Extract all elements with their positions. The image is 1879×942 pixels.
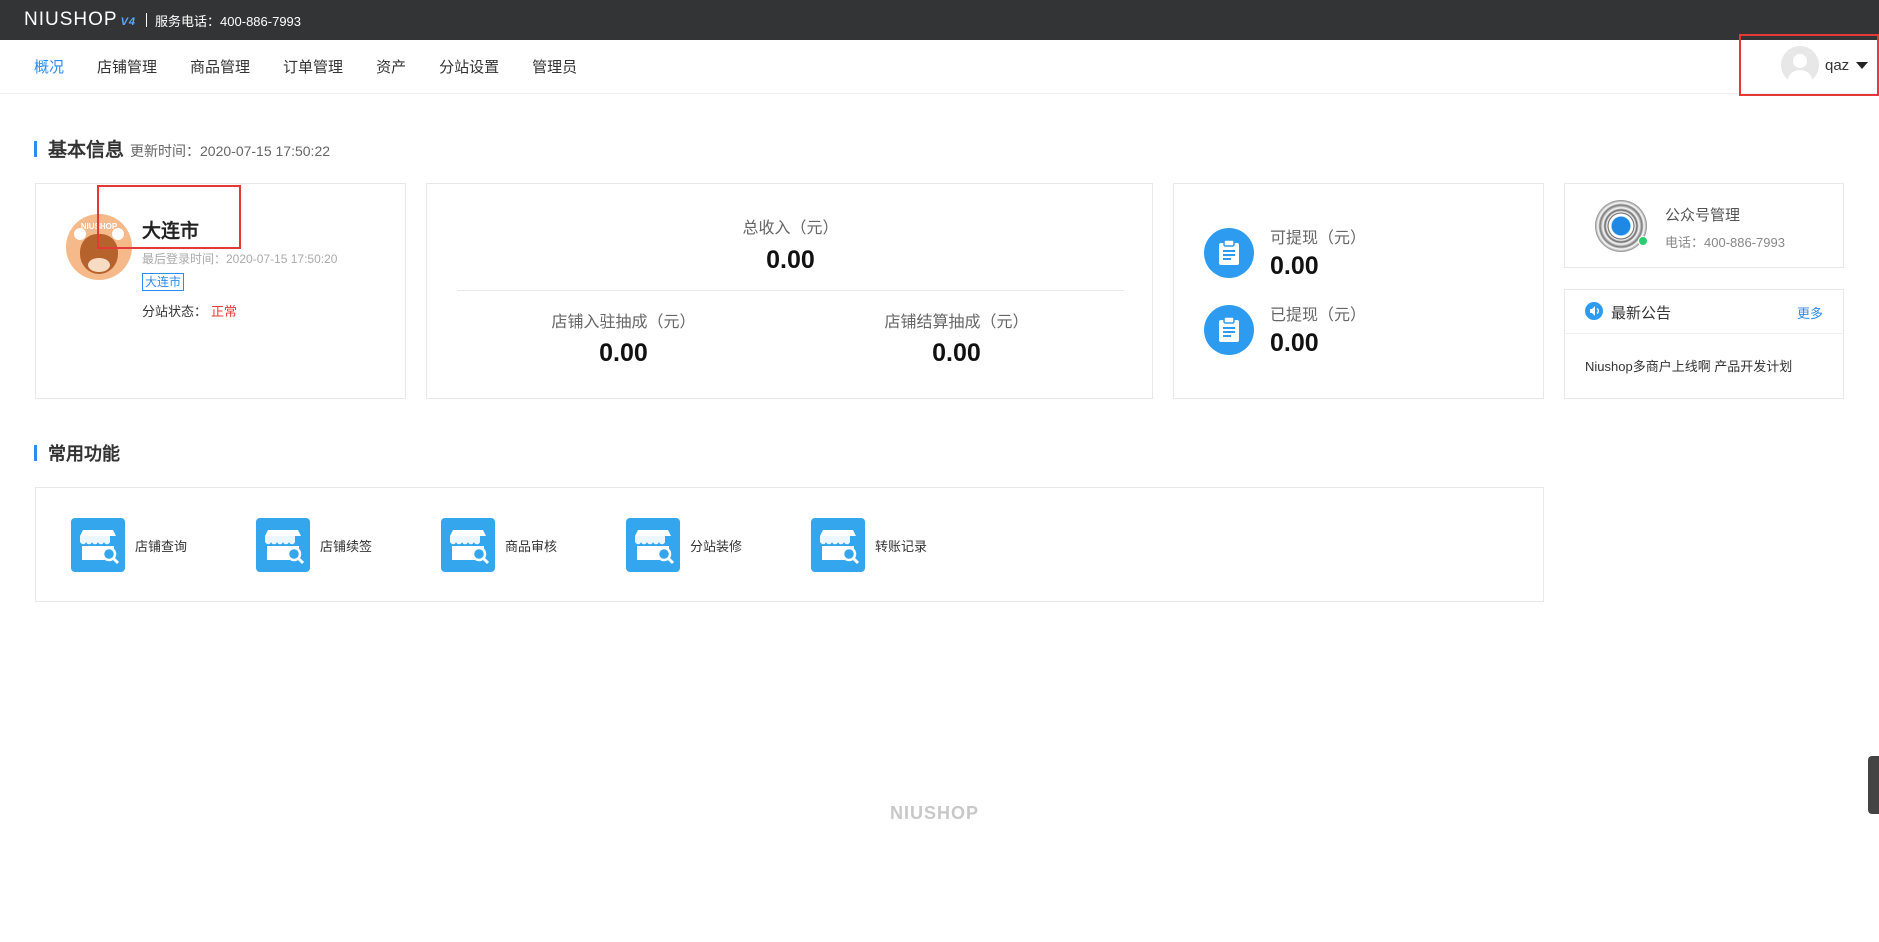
- last-login-time: 最后登录时间：2020-07-15 17:50:20: [142, 252, 338, 266]
- service-phone: 服务电话：400-886-7993: [155, 13, 302, 29]
- func-label: 店铺续签: [320, 538, 373, 554]
- announcement-card: 最新公告 更多 Niushop多商户上线啊 产品开发计划: [1564, 289, 1844, 399]
- profile-card: NIUSHOP 大连市 最后登录时间：2020-07-15 17:50:20 大…: [35, 183, 406, 399]
- basic-info-title: 基本信息: [48, 140, 125, 161]
- nav-items: 概况 店铺管理 商品管理 订单管理 资产 分站设置 管理员: [34, 56, 610, 77]
- speaker-icon: [1585, 302, 1603, 320]
- topbar-divider: [146, 13, 148, 27]
- check-badge-icon: [1638, 236, 1648, 246]
- settlement-commission-value: 0.00: [932, 339, 981, 367]
- available-withdraw-value: 0.00: [1270, 252, 1319, 280]
- announcement-item[interactable]: Niushop多商户上线啊 产品开发计划: [1585, 356, 1792, 375]
- top-bar: NIUSHOP V4 服务电话：400-886-7993: [0, 0, 1879, 40]
- income-card: 总收入（元） 0.00 店铺入驻抽成（元） 0.00 店铺结算抽成（元） 0.0…: [426, 183, 1153, 399]
- withdrawn-label: 已提现（元）: [1270, 307, 1367, 324]
- nav-item-substation-settings[interactable]: 分站设置: [439, 56, 499, 77]
- common-functions-header: 常用功能: [34, 440, 120, 466]
- store-search-icon: [256, 518, 310, 572]
- settlement-commission-label: 店铺结算抽成（元）: [884, 314, 1029, 331]
- func-transfer-records[interactable]: 转账记录: [811, 518, 927, 572]
- basic-info-header: 基本信息 更新时间：2020-07-15 17:50:22: [34, 135, 330, 162]
- main-nav: 概况 店铺管理 商品管理 订单管理 资产 分站设置 管理员 qaz: [0, 34, 1879, 96]
- section-bar: [34, 445, 37, 461]
- withdraw-card: 可提现（元） 0.00 已提现（元） 0.00: [1173, 183, 1544, 399]
- settle-in-commission-value: 0.00: [599, 339, 648, 367]
- announcement-header: 最新公告 更多: [1565, 290, 1843, 334]
- total-income-label: 总收入（元）: [742, 220, 839, 237]
- brand-version: V4: [120, 16, 137, 28]
- nav-item-order-management[interactable]: 订单管理: [283, 56, 343, 77]
- caret-down-icon: [1856, 61, 1869, 69]
- func-goods-review[interactable]: 商品审核: [441, 518, 557, 572]
- withdrawn-value: 0.00: [1270, 329, 1319, 357]
- func-label: 转账记录: [875, 538, 928, 554]
- settle-in-commission-label: 店铺入驻抽成（元）: [551, 314, 696, 331]
- func-store-renewal[interactable]: 店铺续签: [256, 518, 372, 572]
- side-panel-handle[interactable]: [1868, 756, 1879, 814]
- status-value: 正常: [211, 304, 238, 319]
- footer-logo: NIUSHOP: [890, 803, 980, 823]
- store-search-icon: [71, 518, 125, 572]
- store-search-icon: [811, 518, 865, 572]
- wechat-phone: 电话：400-886-7993: [1665, 235, 1785, 250]
- store-search-icon: [441, 518, 495, 572]
- func-label: 商品审核: [505, 538, 558, 554]
- available-withdraw-label: 可提现（元）: [1270, 230, 1367, 247]
- nav-item-assets[interactable]: 资产: [376, 56, 406, 77]
- status-label: 分站状态：: [142, 304, 208, 319]
- update-time: 更新时间：2020-07-15 17:50:22: [130, 143, 331, 159]
- avatar-snout: [88, 258, 110, 272]
- brand-logo-text: NIUSHOP: [24, 9, 118, 30]
- income-divider: [457, 290, 1124, 291]
- user-name: qaz: [1825, 56, 1850, 74]
- common-functions-title: 常用功能: [48, 444, 120, 464]
- func-label: 店铺查询: [135, 538, 188, 554]
- store-search-icon: [626, 518, 680, 572]
- user-menu[interactable]: qaz: [1739, 34, 1879, 96]
- store-name: 大连市: [142, 221, 200, 242]
- func-substation-decoration[interactable]: 分站装修: [626, 518, 742, 572]
- wechat-title: 公众号管理: [1665, 207, 1741, 224]
- nav-item-store-management[interactable]: 店铺管理: [97, 56, 157, 77]
- brand-logo[interactable]: NIUSHOP V4: [24, 9, 136, 31]
- announcement-title: 最新公告: [1611, 305, 1672, 322]
- func-label: 分站装修: [690, 538, 743, 554]
- clipboard-icon: [1204, 228, 1254, 278]
- more-link[interactable]: 更多: [1797, 303, 1823, 322]
- common-functions-card: 店铺查询 店铺续签 商品审核 分站装修 转账记录: [35, 487, 1544, 602]
- wechat-card[interactable]: 公众号管理 电话：400-886-7993: [1564, 183, 1844, 268]
- total-income-value: 0.00: [766, 246, 815, 274]
- func-store-query[interactable]: 店铺查询: [71, 518, 187, 572]
- clipboard-icon: [1204, 305, 1254, 355]
- nav-item-admin[interactable]: 管理员: [532, 56, 577, 77]
- substation-status: 分站状态： 正常: [142, 301, 237, 320]
- nav-item-goods-management[interactable]: 商品管理: [190, 56, 250, 77]
- nav-item-overview[interactable]: 概况: [34, 56, 64, 77]
- region-tag: 大连市: [142, 273, 185, 291]
- user-avatar-icon: [1781, 46, 1819, 84]
- section-bar: [34, 140, 37, 157]
